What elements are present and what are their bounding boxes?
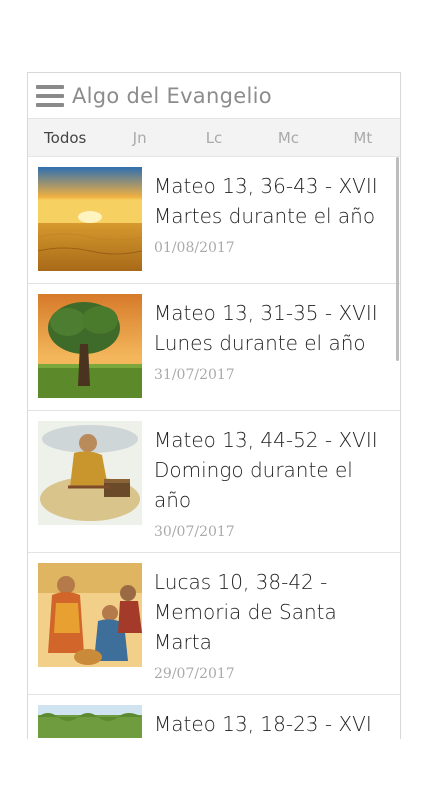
list-item[interactable]: Mateo 13, 31-35 - XVII Lunes durante el … <box>28 284 400 411</box>
tree-at-sunset-image <box>38 294 142 398</box>
tab-lc[interactable]: Lc <box>177 129 251 147</box>
sunset-wheat-field-image <box>38 167 142 271</box>
scrollbar[interactable] <box>396 157 399 361</box>
filter-tabs: Todos Jn Lc Mc Mt <box>28 119 400 157</box>
item-title: Mateo 13, 44-52 - XVII Domingo durante e… <box>154 428 378 512</box>
list-item[interactable]: Mateo 13, 18-23 - XVI <box>28 695 400 738</box>
list-item[interactable]: Mateo 13, 36-43 - XVII Martes durante el… <box>28 157 400 284</box>
tab-mt[interactable]: Mt <box>326 129 400 147</box>
gospel-list[interactable]: Mateo 13, 36-43 - XVII Martes durante el… <box>28 157 400 738</box>
item-date: 30/07/2017 <box>154 524 235 540</box>
item-title: Mateo 13, 31-35 - XVII Lunes durante el … <box>154 301 378 355</box>
top-bar: Algo del Evangelio <box>28 73 400 119</box>
list-item[interactable]: Lucas 10, 38-42 - Memoria de Santa Marta… <box>28 553 400 695</box>
item-title: Mateo 13, 18-23 - XVI <box>154 712 372 736</box>
item-date: 31/07/2017 <box>154 367 235 383</box>
martha-and-mary-image <box>38 563 142 667</box>
item-title: Mateo 13, 36-43 - XVII Martes durante el… <box>154 174 378 228</box>
hamburger-menu-icon[interactable] <box>36 84 64 107</box>
tab-jn[interactable]: Jn <box>102 129 176 147</box>
green-field-image <box>38 705 142 738</box>
list-item[interactable]: Mateo 13, 44-52 - XVII Domingo durante e… <box>28 411 400 553</box>
item-title: Lucas 10, 38-42 - Memoria de Santa Marta <box>154 570 337 654</box>
man-digging-treasure-image <box>38 421 142 525</box>
tab-todos[interactable]: Todos <box>28 129 102 147</box>
tab-mc[interactable]: Mc <box>251 129 325 147</box>
item-date: 01/08/2017 <box>154 240 235 256</box>
app-window: Algo del Evangelio Todos Jn Lc Mc Mt Mat… <box>27 72 401 739</box>
item-date: 29/07/2017 <box>154 666 235 682</box>
app-title: Algo del Evangelio <box>72 83 272 108</box>
